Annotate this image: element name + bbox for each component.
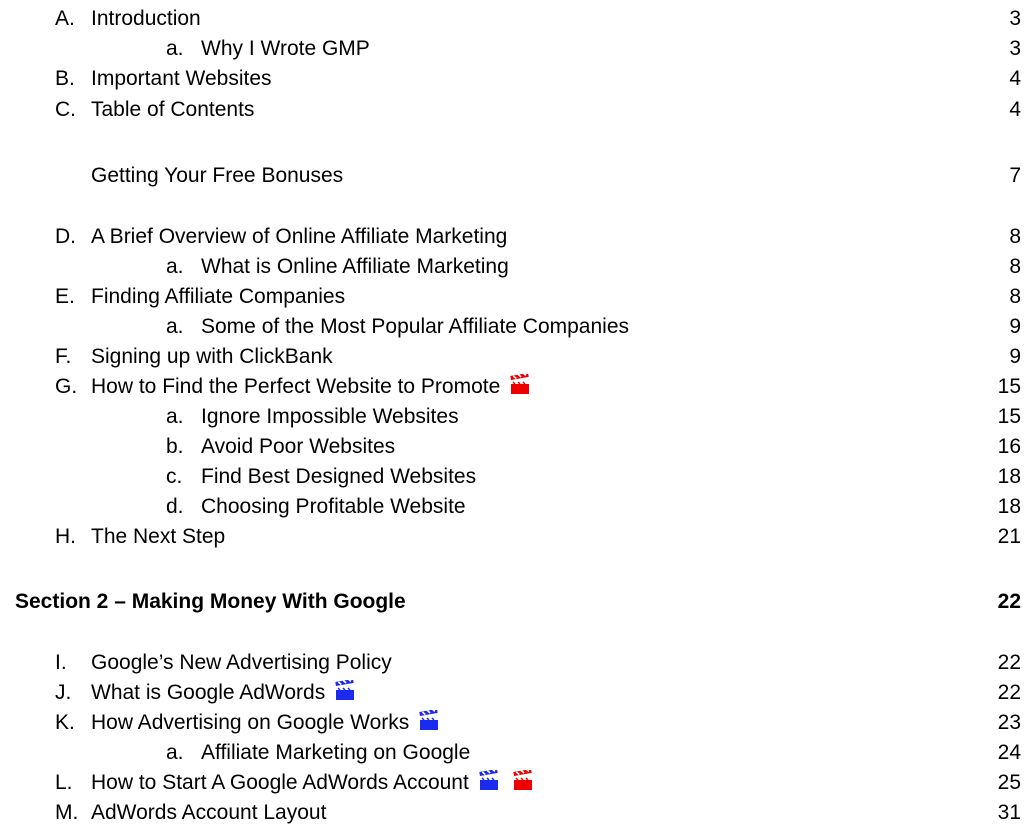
toc-entry[interactable]: J. What is Google AdWords 22	[0, 680, 1036, 706]
toc-title: Affiliate Marketing on Google	[201, 741, 471, 764]
toc-page-number: 8	[1009, 285, 1021, 308]
toc-page-number: 22	[997, 681, 1021, 704]
toc-page-number: 4	[1009, 98, 1021, 121]
toc-title: Important Websites	[91, 67, 272, 90]
toc-title: Avoid Poor Websites	[201, 435, 396, 458]
toc-page-number: 22	[997, 590, 1021, 613]
section-title: Section 2 – Making Money With Google	[15, 590, 406, 613]
toc-letter: G.	[55, 375, 78, 398]
toc-page-number: 16	[997, 435, 1021, 458]
blue-clapperboard-icon[interactable]	[419, 710, 439, 730]
toc-title: Why I Wrote GMP	[201, 37, 370, 60]
toc-page-number: 22	[997, 651, 1021, 674]
toc-title-with-video: How Advertising on Google Works	[91, 710, 439, 736]
toc-letter: a.	[166, 741, 184, 764]
toc-page-number: 18	[997, 465, 1021, 488]
toc-entry[interactable]: B. Important Websites 4	[0, 66, 1036, 92]
toc-page-number: 3	[1009, 7, 1021, 30]
toc-title: What is Google AdWords	[91, 681, 326, 704]
toc-title: AdWords Account Layout	[91, 801, 327, 824]
toc-subentry[interactable]: d. Choosing Profitable Website 18	[0, 494, 1036, 520]
toc-title: Google’s New Advertising Policy	[91, 651, 392, 674]
toc-title: How to Find the Perfect Website to Promo…	[91, 375, 501, 398]
blue-clapperboard-icon[interactable]	[479, 770, 499, 790]
toc-page-number: 9	[1009, 345, 1021, 368]
toc-letter: K.	[55, 711, 75, 734]
toc-title: Signing up with ClickBank	[91, 345, 333, 368]
toc-title: Choosing Profitable Website	[201, 495, 466, 518]
toc-entry[interactable]: K. How Advertising on Google Works 23	[0, 710, 1036, 736]
toc-subentry[interactable]: b. Avoid Poor Websites 16	[0, 434, 1036, 460]
toc-title: Find Best Designed Websites	[201, 465, 477, 488]
toc-page-number: 7	[1009, 164, 1021, 187]
toc-letter: B.	[55, 67, 75, 90]
toc-entry[interactable]: L. How to Start A Google AdWords Account…	[0, 770, 1036, 796]
toc-section-heading[interactable]: Section 2 – Making Money With Google 22	[0, 589, 1036, 615]
toc-letter: d.	[166, 495, 184, 518]
toc-subentry[interactable]: a. What is Online Affiliate Marketing 8	[0, 254, 1036, 280]
toc-letter: A.	[55, 7, 75, 30]
toc-letter: L.	[55, 771, 73, 794]
toc-title: Finding Affiliate Companies	[91, 285, 346, 308]
toc-page-number: 23	[997, 711, 1021, 734]
blue-clapperboard-icon[interactable]	[335, 680, 355, 700]
toc-letter: a.	[166, 315, 184, 338]
toc-entry-bonuses[interactable]: Getting Your Free Bonuses 7	[0, 163, 1036, 189]
toc-page-number: 15	[997, 375, 1021, 398]
toc-title: A Brief Overview of Online Affiliate Mar…	[91, 225, 508, 248]
toc-page-number: 25	[997, 771, 1021, 794]
toc-entry[interactable]: D. A Brief Overview of Online Affiliate …	[0, 224, 1036, 250]
toc-letter: c.	[166, 465, 183, 488]
red-clapperboard-icon[interactable]	[513, 770, 533, 790]
toc-letter: F.	[55, 345, 72, 368]
toc-page-number: 15	[997, 405, 1021, 428]
toc-letter: I.	[55, 651, 67, 674]
toc-entry[interactable]: F. Signing up with ClickBank 9	[0, 344, 1036, 370]
toc-letter: C.	[55, 98, 76, 121]
toc-title-with-video: How to Find the Perfect Website to Promo…	[91, 374, 530, 400]
toc-title-with-video: How to Start A Google AdWords Account	[91, 770, 533, 796]
toc-entry[interactable]: E. Finding Affiliate Companies 8	[0, 284, 1036, 310]
toc-page-number: 8	[1009, 225, 1021, 248]
toc-title: What is Online Affiliate Marketing	[201, 255, 509, 278]
toc-entry[interactable]: A. Introduction 3	[0, 6, 1036, 32]
toc-page-number: 21	[997, 525, 1021, 548]
toc-page-number: 8	[1009, 255, 1021, 278]
toc-page-number: 3	[1009, 37, 1021, 60]
toc-letter: b.	[166, 435, 184, 458]
toc-title-with-video: What is Google AdWords	[91, 680, 355, 706]
toc-page-number: 31	[997, 801, 1021, 824]
toc-subentry[interactable]: a. Affiliate Marketing on Google 24	[0, 740, 1036, 766]
toc-title: The Next Step	[91, 525, 226, 548]
toc-page-number: 4	[1009, 67, 1021, 90]
toc-title: Table of Contents	[91, 98, 255, 121]
toc-subentry[interactable]: a. Some of the Most Popular Affiliate Co…	[0, 314, 1036, 340]
toc-page-number: 24	[997, 741, 1021, 764]
toc-entry[interactable]: G. How to Find the Perfect Website to Pr…	[0, 374, 1036, 400]
toc-subentry[interactable]: a. Ignore Impossible Websites 15	[0, 404, 1036, 430]
toc-letter: J.	[55, 681, 72, 704]
toc-subentry[interactable]: a. Why I Wrote GMP 3	[0, 36, 1036, 62]
red-clapperboard-icon[interactable]	[510, 374, 530, 394]
toc-letter: a.	[166, 255, 184, 278]
toc-letter: M.	[55, 801, 79, 824]
toc-title: Ignore Impossible Websites	[201, 405, 459, 428]
toc-letter: H.	[55, 525, 76, 548]
toc-title: Getting Your Free Bonuses	[91, 164, 344, 187]
toc-subentry[interactable]: c. Find Best Designed Websites 18	[0, 464, 1036, 490]
toc-entry[interactable]: I. Google’s New Advertising Policy 22	[0, 650, 1036, 676]
toc-page-number: 18	[997, 495, 1021, 518]
toc-entry[interactable]: C. Table of Contents 4	[0, 97, 1036, 123]
toc-title: Introduction	[91, 7, 201, 30]
toc-entry[interactable]: M. AdWords Account Layout 31	[0, 800, 1036, 826]
toc-letter: a.	[166, 37, 184, 60]
toc-letter: a.	[166, 405, 184, 428]
toc-title: How Advertising on Google Works	[91, 711, 410, 734]
toc-title: Some of the Most Popular Affiliate Compa…	[201, 315, 630, 338]
toc-letter: E.	[55, 285, 75, 308]
toc-page-number: 9	[1009, 315, 1021, 338]
toc-title: How to Start A Google AdWords Account	[91, 771, 469, 794]
toc-letter: D.	[55, 225, 76, 248]
toc-entry[interactable]: H. The Next Step 21	[0, 524, 1036, 550]
